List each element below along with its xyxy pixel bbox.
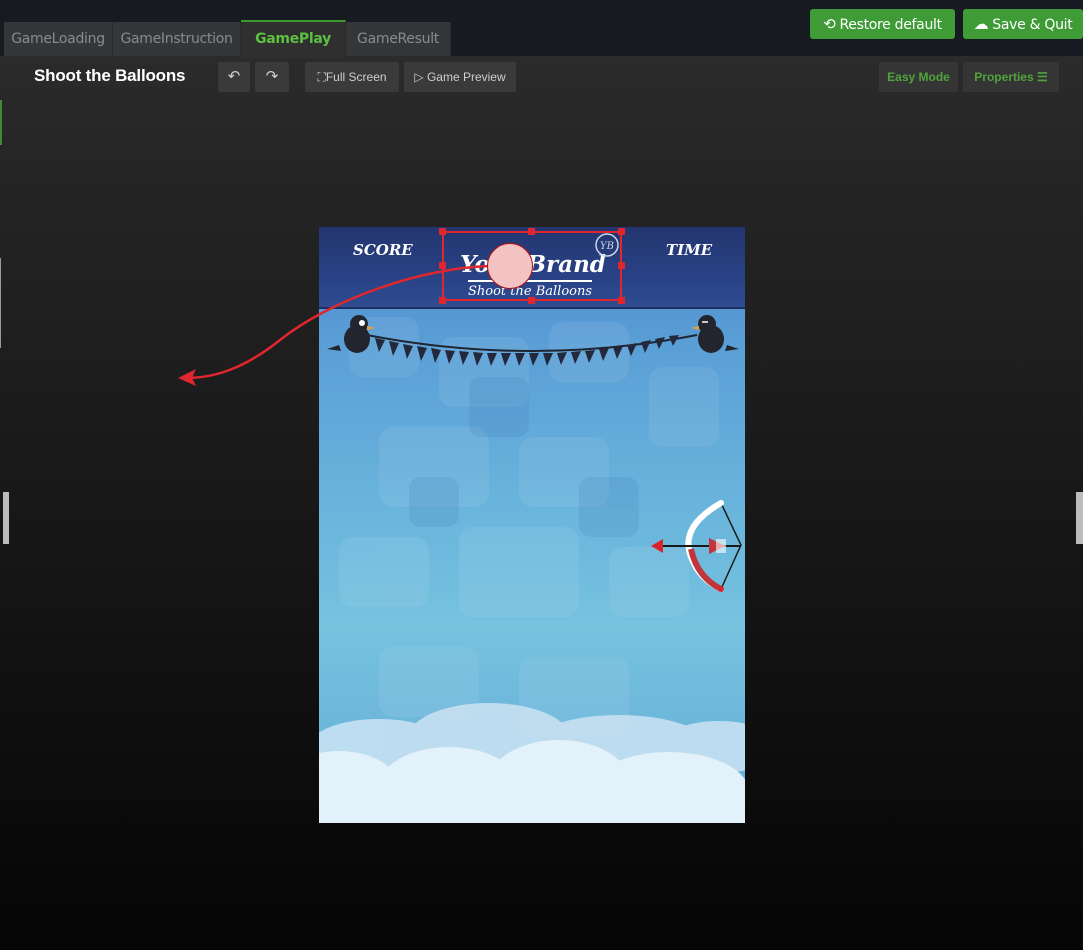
drag-cursor-indicator [487,243,533,289]
drag-arrow-annotation [178,264,491,386]
